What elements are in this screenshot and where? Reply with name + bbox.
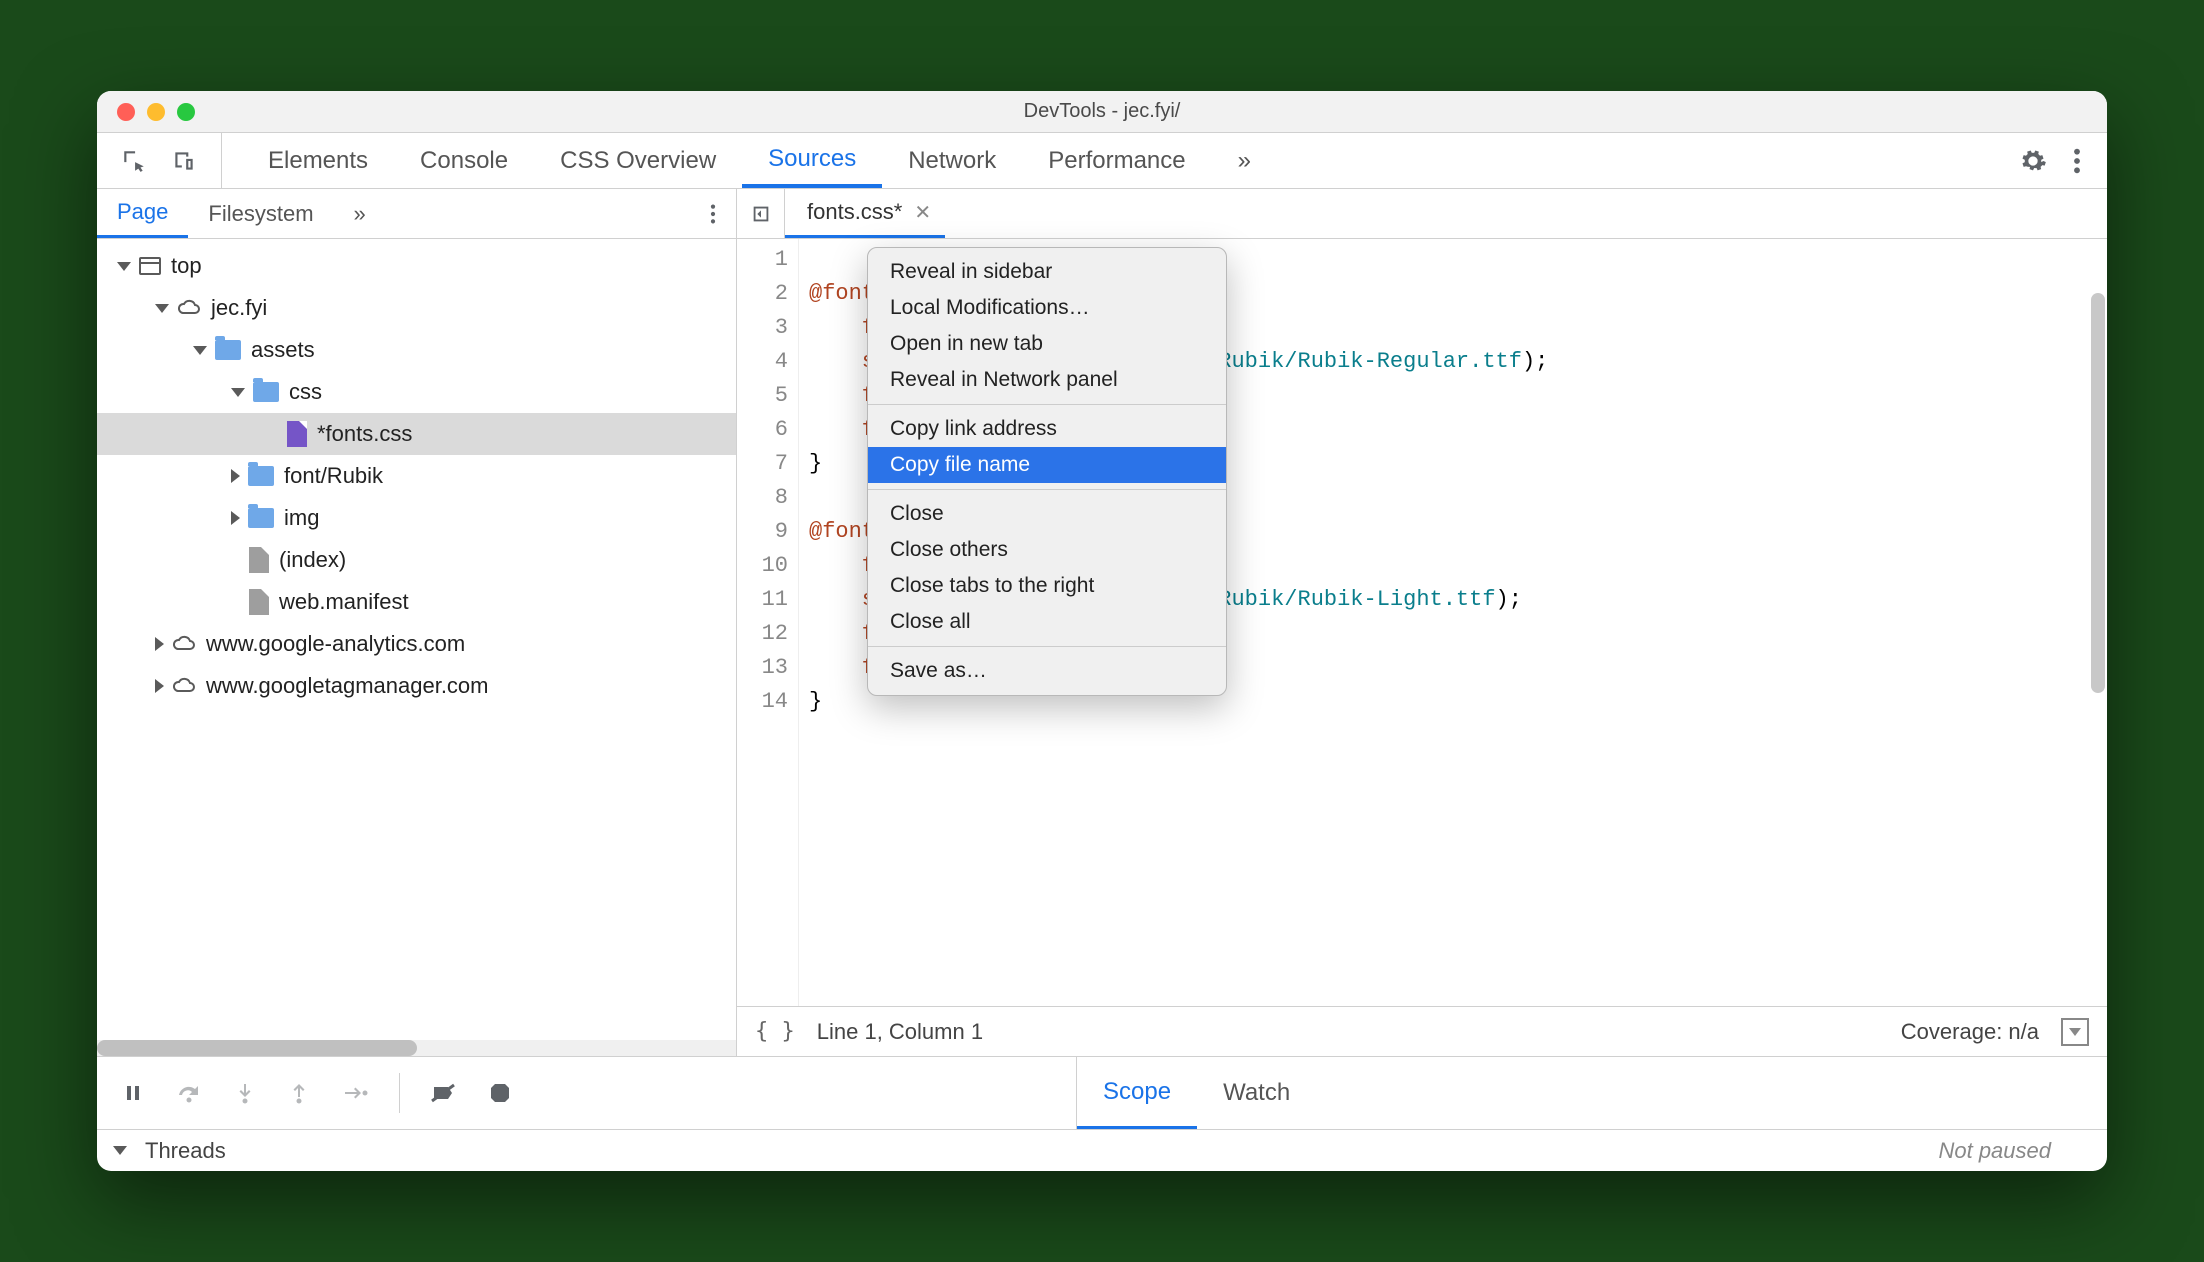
debug-controls [97,1057,1077,1129]
file-icon [249,547,269,573]
more-menu-icon[interactable] [2073,147,2081,175]
tree-assets[interactable]: assets [97,329,736,371]
cloud-icon [172,632,196,656]
ctx-close-others[interactable]: Close others [868,532,1226,568]
close-tab-icon[interactable]: ✕ [914,200,931,225]
window-title: DevTools - jec.fyi/ [97,100,2107,123]
editor-tab-label: fonts.css* [807,199,902,225]
ctx-reveal-sidebar[interactable]: Reveal in sidebar [868,254,1226,290]
tree-label: top [171,253,202,279]
sidebar-tabs: Page Filesystem » [97,189,736,239]
sidebar-tab-page[interactable]: Page [97,189,188,238]
tab-sources[interactable]: Sources [742,133,882,188]
coverage-status: Coverage: n/a [1901,1019,2039,1045]
tab-console[interactable]: Console [394,133,534,188]
tree-label: www.google-analytics.com [206,631,465,657]
editor-scrollbar[interactable] [2091,293,2105,693]
cloud-icon [172,674,196,698]
threads-row: Threads Not paused [97,1129,2107,1171]
tree-googletagmanager[interactable]: www.googletagmanager.com [97,665,736,707]
sidebar-scrollbar[interactable] [97,1040,736,1056]
editor-tabs: fonts.css* ✕ [737,189,2107,239]
css-file-icon [287,421,307,447]
threads-label: Threads [145,1138,226,1164]
debugger-row: Scope Watch [97,1057,2107,1129]
tab-elements[interactable]: Elements [242,133,394,188]
tree-img-folder[interactable]: img [97,497,736,539]
tab-context-menu: Reveal in sidebar Local Modifications… O… [867,247,1227,696]
tree-label: web.manifest [279,589,409,615]
ctx-copy-link-address[interactable]: Copy link address [868,411,1226,447]
line-gutter: 123 456 789 101112 1314 [737,239,799,1006]
ctx-separator [868,646,1226,647]
editor-statusbar: { } Line 1, Column 1 Coverage: n/a [737,1006,2107,1056]
ctx-local-modifications[interactable]: Local Modifications… [868,290,1226,326]
ctx-close[interactable]: Close [868,496,1226,532]
tab-watch[interactable]: Watch [1197,1057,1316,1129]
ctx-separator [868,489,1226,490]
step-into-icon[interactable] [233,1081,257,1105]
step-icon[interactable] [341,1081,369,1105]
file-icon [249,589,269,615]
tab-scope[interactable]: Scope [1077,1057,1197,1129]
tree-manifest[interactable]: web.manifest [97,581,736,623]
folder-icon [215,340,241,360]
expand-threads-icon[interactable] [113,1146,127,1155]
tree-index[interactable]: (index) [97,539,736,581]
cloud-icon [177,296,201,320]
tree-label: (index) [279,547,346,573]
ctx-separator [868,404,1226,405]
frame-icon [139,257,161,275]
device-toolbar-icon[interactable] [171,148,197,174]
folder-icon [248,466,274,486]
tree-font-rubik[interactable]: font/Rubik [97,455,736,497]
tabs-overflow-icon[interactable]: » [1212,133,1277,188]
ctx-save-as[interactable]: Save as… [868,653,1226,689]
file-tree[interactable]: top jec.fyi assets css *fonts.css [97,239,736,1040]
tab-performance[interactable]: Performance [1022,133,1211,188]
cursor-position: Line 1, Column 1 [817,1019,983,1045]
ctx-copy-file-name[interactable]: Copy file name [868,447,1226,483]
devtools-window: DevTools - jec.fyi/ Elements Console CSS… [97,91,2107,1171]
folder-icon [253,382,279,402]
ctx-close-all[interactable]: Close all [868,604,1226,640]
sidebar-tabs-overflow-icon[interactable]: » [334,189,386,238]
inspect-element-icon[interactable] [121,148,147,174]
pretty-print-button[interactable]: { } [755,1019,795,1044]
tree-label: www.googletagmanager.com [206,673,489,699]
tree-fonts-css[interactable]: *fonts.css [97,413,736,455]
sidebar-tab-filesystem[interactable]: Filesystem [188,189,333,238]
panel-tabs-row: Elements Console CSS Overview Sources Ne… [97,133,2107,189]
not-paused-status: Not paused [236,1138,2091,1164]
tree-label: jec.fyi [211,295,267,321]
tab-network[interactable]: Network [882,133,1022,188]
tree-google-analytics[interactable]: www.google-analytics.com [97,623,736,665]
folder-icon [248,508,274,528]
sources-sidebar: Page Filesystem » top jec.fyi [97,189,737,1056]
ctx-reveal-network[interactable]: Reveal in Network panel [868,362,1226,398]
pause-on-exceptions-icon[interactable] [488,1081,512,1105]
ctx-close-tabs-right[interactable]: Close tabs to the right [868,568,1226,604]
tree-label: assets [251,337,315,363]
tree-domain[interactable]: jec.fyi [97,287,736,329]
tab-css-overview[interactable]: CSS Overview [534,133,742,188]
editor-tab-fonts-css[interactable]: fonts.css* ✕ [785,189,945,238]
tree-label: img [284,505,319,531]
pause-button-icon[interactable] [121,1081,145,1105]
titlebar: DevTools - jec.fyi/ [97,91,2107,133]
tree-label: css [289,379,322,405]
deactivate-breakpoints-icon[interactable] [430,1081,458,1105]
tree-top-frame[interactable]: top [97,245,736,287]
tree-label: font/Rubik [284,463,383,489]
sidebar-more-icon[interactable] [690,189,736,238]
coverage-details-icon[interactable] [2061,1018,2089,1046]
step-out-icon[interactable] [287,1081,311,1105]
tree-label: *fonts.css [317,421,412,447]
tree-css-folder[interactable]: css [97,371,736,413]
ctx-open-new-tab[interactable]: Open in new tab [868,326,1226,362]
step-over-icon[interactable] [175,1081,203,1105]
settings-gear-icon[interactable] [2019,147,2047,175]
collapse-navigator-icon[interactable] [737,189,785,238]
